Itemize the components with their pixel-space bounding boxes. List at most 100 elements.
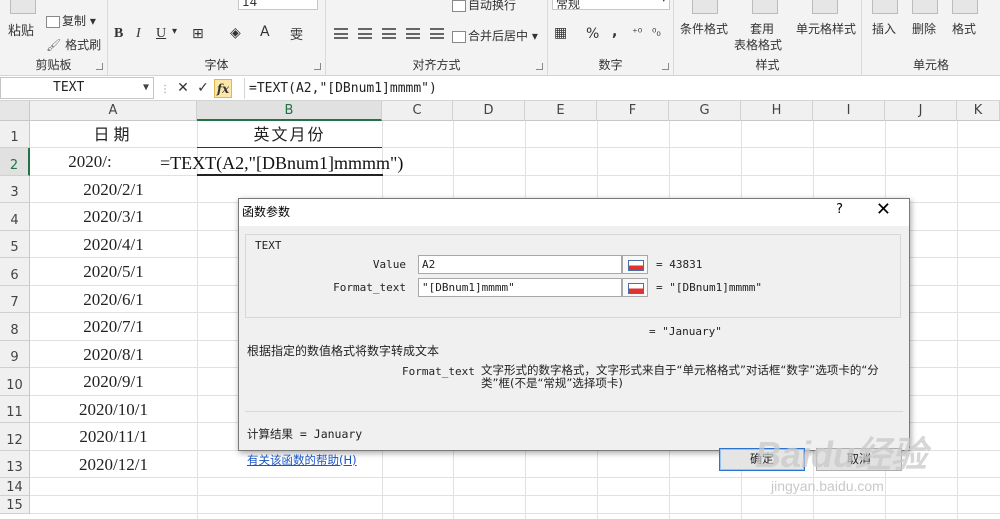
column-header-b[interactable]: B xyxy=(197,101,382,121)
clipboard-launcher-icon[interactable] xyxy=(96,63,103,70)
format-button[interactable]: 格式 xyxy=(952,20,976,37)
cell-a7[interactable]: 2020/6/1 xyxy=(30,286,197,313)
row-header-3[interactable]: 3 xyxy=(0,176,30,203)
delete-button[interactable]: 删除 xyxy=(912,20,936,37)
wrap-icon xyxy=(452,0,466,12)
copy-button[interactable]: 复制 ▾ xyxy=(46,12,96,29)
formula-input[interactable]: =TEXT(A2,"[DBnum1]mmmm") xyxy=(244,78,1000,99)
decrease-indent-icon[interactable] xyxy=(406,28,420,39)
name-box-dropdown-icon[interactable]: ▼ xyxy=(143,78,149,98)
cell-a1[interactable]: 日期 xyxy=(30,121,197,148)
cell-a6[interactable]: 2020/5/1 xyxy=(30,258,197,286)
table-format-button[interactable]: 套用 xyxy=(750,20,774,37)
row-header-9[interactable]: 9 xyxy=(0,341,30,368)
column-header-j[interactable]: J xyxy=(885,101,957,121)
cell-a10[interactable]: 2020/9/1 xyxy=(30,368,197,396)
column-header-i[interactable]: I xyxy=(813,101,885,121)
align-center-icon[interactable] xyxy=(358,28,372,39)
column-header-g[interactable]: G xyxy=(669,101,741,121)
insert-button[interactable]: 插入 xyxy=(872,20,896,37)
increase-decimal-button[interactable]: ⁺⁰ xyxy=(632,26,642,39)
cell-a11[interactable]: 2020/10/1 xyxy=(30,396,197,423)
increase-indent-icon[interactable] xyxy=(430,28,444,39)
row-header-10[interactable]: 10 xyxy=(0,368,30,396)
row-header-2[interactable]: 2 xyxy=(0,148,30,176)
table-format-label[interactable]: 表格格式 xyxy=(734,36,782,53)
row-header-4[interactable]: 4 xyxy=(0,203,30,231)
column-header-k[interactable]: K xyxy=(957,101,1000,121)
format-painter-button[interactable]: 🖌 格式刷 xyxy=(46,36,101,53)
format-text-collapse-icon[interactable] xyxy=(622,278,648,297)
number-format-select[interactable]: 常规 ▾ xyxy=(552,0,670,11)
cell-a9[interactable]: 2020/8/1 xyxy=(30,341,197,368)
row-header-13[interactable]: 13 xyxy=(0,451,30,478)
italic-button[interactable]: I xyxy=(136,26,141,42)
format-icon xyxy=(952,0,978,14)
number-launcher-icon[interactable] xyxy=(662,63,669,70)
border-button[interactable]: ⊞ xyxy=(192,26,204,42)
insert-icon xyxy=(872,0,898,14)
cell-a8[interactable]: 2020/7/1 xyxy=(30,313,197,341)
font-size-select[interactable]: 14 xyxy=(238,0,318,10)
name-box[interactable]: TEXT ▼ xyxy=(0,77,154,99)
column-header-d[interactable]: D xyxy=(453,101,525,121)
row-header-6[interactable]: 6 xyxy=(0,258,30,286)
row-header-1[interactable]: 1 xyxy=(0,121,30,148)
font-launcher-icon[interactable] xyxy=(314,63,321,70)
conditional-format-button[interactable]: 条件格式 xyxy=(680,20,728,37)
column-header-e[interactable]: E xyxy=(525,101,597,121)
value-arg-input[interactable]: A2 xyxy=(418,255,622,274)
percent-button[interactable]: % xyxy=(586,26,599,42)
baidu-watermark: Baidu经验 jingyan.baidu.com xyxy=(745,408,985,508)
select-all-corner[interactable] xyxy=(0,101,30,121)
paste-button[interactable]: 粘贴 xyxy=(8,20,34,39)
value-collapse-icon[interactable] xyxy=(622,255,648,274)
cell-a5[interactable]: 2020/4/1 xyxy=(30,231,197,258)
align-left-icon[interactable] xyxy=(334,28,348,39)
underline-button[interactable]: U xyxy=(156,26,166,42)
cell-a2[interactable]: 2020/: xyxy=(40,148,140,176)
currency-button[interactable]: ▦ xyxy=(554,25,567,41)
underline-dropdown-icon[interactable]: ▾ xyxy=(172,26,177,37)
alignment-launcher-icon[interactable] xyxy=(536,63,543,70)
format-text-arg-input[interactable]: "[DBnum1]mmmm" xyxy=(418,278,622,297)
row-header-8[interactable]: 8 xyxy=(0,313,30,341)
close-icon[interactable]: ✕ xyxy=(876,199,891,220)
merge-icon xyxy=(452,30,466,43)
format-text-arg-label: Format_text xyxy=(333,281,406,294)
column-header-c[interactable]: C xyxy=(382,101,453,121)
font-color-button[interactable]: A xyxy=(260,24,270,40)
cell-a13[interactable]: 2020/12/1 xyxy=(30,451,197,478)
cell-a4[interactable]: 2020/3/1 xyxy=(30,203,197,231)
insert-function-button[interactable]: fx xyxy=(214,79,232,98)
fill-color-button[interactable]: ◈ xyxy=(230,25,241,41)
bold-button[interactable]: B xyxy=(114,26,123,42)
arguments-panel: TEXT Value A2 = 43831 Format_text "[DBnu… xyxy=(245,234,901,318)
column-header-h[interactable]: H xyxy=(741,101,813,121)
wrap-text-button[interactable]: 自动换行 xyxy=(452,0,516,13)
phonetic-button[interactable]: 雯 xyxy=(290,24,303,43)
row-header-14[interactable]: 14 xyxy=(0,478,30,496)
align-right-icon[interactable] xyxy=(382,28,396,39)
cell-a3[interactable]: 2020/2/1 xyxy=(30,176,197,203)
enter-formula-button[interactable]: ✓ xyxy=(194,79,212,98)
column-header-a[interactable]: A xyxy=(30,101,197,121)
cell-a12[interactable]: 2020/11/1 xyxy=(30,423,197,451)
column-header-f[interactable]: F xyxy=(597,101,669,121)
decrease-decimal-button[interactable]: ⁰₀ xyxy=(652,26,661,39)
row-header-5[interactable]: 5 xyxy=(0,231,30,258)
row-header-15[interactable]: 15 xyxy=(0,496,30,514)
cell-b1[interactable]: 英文月份 xyxy=(197,121,382,148)
number-label: 数字 xyxy=(598,58,623,72)
row-header-11[interactable]: 11 xyxy=(0,396,30,423)
cell-styles-button[interactable]: 单元格样式 xyxy=(796,20,856,37)
row-header-7[interactable]: 7 xyxy=(0,286,30,313)
help-icon[interactable]: ? xyxy=(836,202,843,217)
delete-icon xyxy=(912,0,938,14)
comma-button[interactable]: , xyxy=(612,24,617,40)
cancel-formula-button[interactable]: ✕ xyxy=(174,79,192,98)
row-header-12[interactable]: 12 xyxy=(0,423,30,451)
merge-center-button[interactable]: 合并后居中 ▾ xyxy=(452,27,538,44)
function-help-link[interactable]: 有关该函数的帮助(H) xyxy=(247,452,357,468)
cell-b2-editor[interactable]: =TEXT(A2,"[DBnum1]mmmm") xyxy=(160,150,450,176)
